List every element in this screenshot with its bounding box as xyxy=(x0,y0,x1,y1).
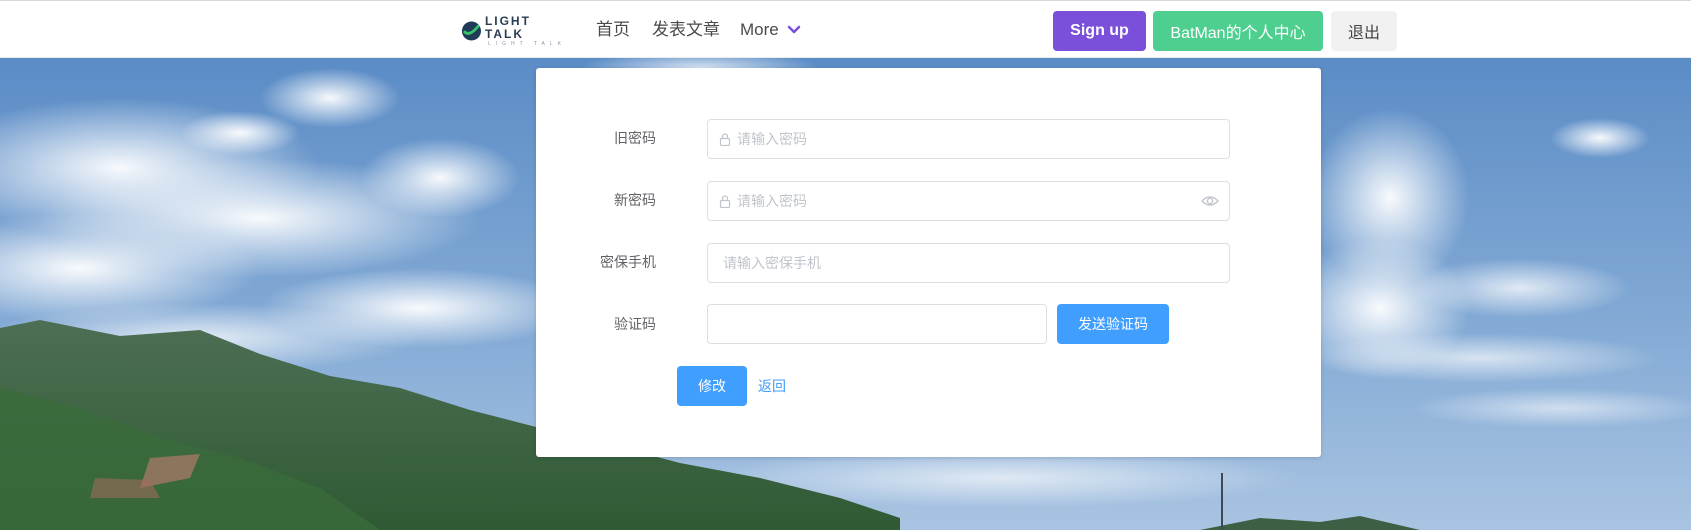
nav-home-link[interactable]: 首页 xyxy=(596,20,630,40)
code-label: 验证码 xyxy=(614,316,656,332)
back-link[interactable]: 返回 xyxy=(758,378,786,394)
lock-icon xyxy=(719,194,731,208)
logo[interactable]: LIGHT TALK LIGHT TALK xyxy=(461,14,571,48)
old-password-field[interactable] xyxy=(707,119,1230,159)
logo-subtext: LIGHT TALK xyxy=(487,41,567,47)
logout-button[interactable]: 退出 xyxy=(1331,11,1397,51)
submit-button[interactable]: 修改 xyxy=(677,366,747,406)
send-code-button[interactable]: 发送验证码 xyxy=(1057,304,1169,344)
verification-code-input[interactable] xyxy=(723,305,1046,343)
signup-button[interactable]: Sign up xyxy=(1053,11,1146,51)
nav-more-label: More xyxy=(740,20,779,39)
phone-label: 密保手机 xyxy=(600,254,656,270)
logo-icon xyxy=(461,21,481,41)
new-password-field[interactable] xyxy=(707,181,1230,221)
lock-icon xyxy=(719,132,731,146)
change-password-form: 旧密码 新密码 密保手机 验证码 发送验证码 修改 返回 xyxy=(536,68,1321,457)
new-password-label: 新密码 xyxy=(614,192,656,208)
top-navbar: LIGHT TALK LIGHT TALK 首页 发表文章 More Sign … xyxy=(0,0,1691,58)
chevron-down-icon xyxy=(787,25,800,34)
user-center-button[interactable]: BatMan的个人中心 xyxy=(1153,11,1323,51)
new-password-input[interactable] xyxy=(737,182,1201,220)
eye-icon[interactable] xyxy=(1201,195,1219,207)
nav-post-article-link[interactable]: 发表文章 xyxy=(652,20,720,40)
nav-more-dropdown[interactable]: More xyxy=(740,20,801,40)
phone-input[interactable] xyxy=(723,244,1229,282)
logo-text: LIGHT TALK LIGHT TALK xyxy=(484,14,571,48)
logo-word: LIGHT TALK xyxy=(484,14,531,41)
old-password-input[interactable] xyxy=(737,120,1229,158)
phone-field[interactable] xyxy=(707,243,1230,283)
old-password-label: 旧密码 xyxy=(614,130,656,146)
verification-code-field[interactable] xyxy=(707,304,1047,344)
